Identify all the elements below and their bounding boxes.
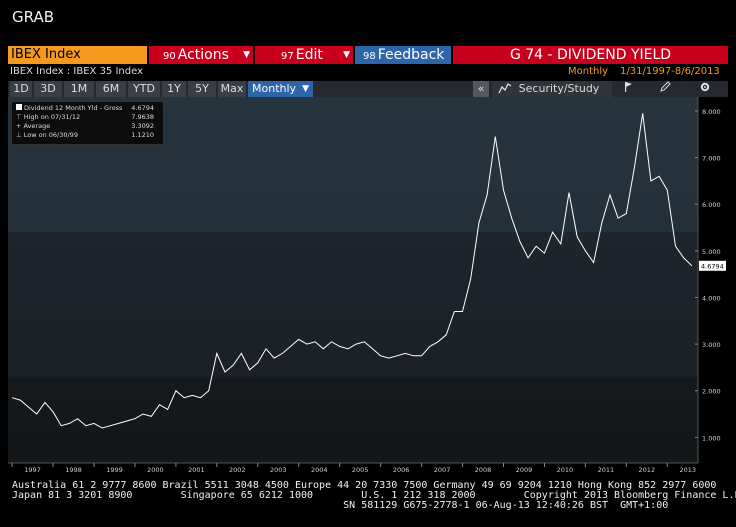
x-tick-label: 2012 [639,466,656,473]
legend-average-label: Average [23,122,51,130]
feedback-button[interactable]: 98 Feedback [355,46,451,64]
plot-band [8,232,698,377]
low-marker-icon: ⊥ [16,131,24,139]
x-tick-label: 1997 [24,466,41,473]
x-tick-label: 2003 [270,466,287,473]
frequency-label: Monthly [252,82,297,95]
window-title: GRAB [12,8,54,26]
footer-line-3: SN 581129 G675-2778-1 06-Aug-13 12:40:26… [12,500,669,511]
legend-low-value: 1.1210 [131,131,154,139]
chevron-down-icon: ▼ [302,84,309,94]
security-study-label: Security/Study [518,82,600,95]
security-field[interactable]: IBEX Index [8,46,147,64]
x-tick-label: 2002 [229,466,246,473]
gear-icon[interactable] [695,81,715,97]
function-title: G 74 - DIVIDEND YIELD [453,46,728,64]
x-tick-label: 2008 [475,466,492,473]
y-tick-label: 7.000 [702,155,721,163]
x-tick-label: 2006 [393,466,410,473]
chart-panel: 1.000 2.000 3.000 4.000 5.000 6.000 7.000 8.000… [8,97,728,474]
x-tick-label: 1999 [106,466,123,473]
x-tick-label: 2001 [188,466,205,473]
last-value-label: 4.6794 [701,262,724,270]
x-tick-label: 2004 [311,466,328,473]
range-button-5y[interactable]: 5Y [188,81,216,97]
x-tick-label: 2013 [679,466,696,473]
range-button-3d[interactable]: 3D [34,81,62,97]
high-marker-icon: ⊤ [16,113,24,121]
date-range[interactable]: 1/31/1997-8/6/2013 [620,66,720,77]
legend-series-label: Dividend 12 Month Yld - Gross [24,104,123,112]
legend-high-value: 7.9638 [131,113,154,121]
y-tick-label: 5.000 [702,248,721,256]
range-button-6m[interactable]: 6M [96,81,126,97]
dividend-yield-chart: 1.000 2.000 3.000 4.000 5.000 6.000 7.000 8.000… [8,97,726,474]
collapse-button[interactable]: « [473,81,489,97]
y-tick-label: 6.000 [702,201,721,209]
y-tick-label: 4.000 [702,294,721,302]
x-tick-label: 2005 [352,466,369,473]
actions-label: Actions [177,47,229,63]
feedback-label: Feedback [377,47,445,63]
y-tick-label: 1.000 [702,434,721,442]
x-tick-label: 2009 [516,466,533,473]
edit-label: Edit [295,47,323,63]
feedback-number: 98 [363,51,376,62]
plot-band [8,376,698,463]
legend-average-value: 3.3092 [131,122,154,130]
edit-number: 97 [281,51,294,62]
footer-contacts: Australia 61 2 9777 8600 Brazil 5511 304… [12,481,736,511]
legend-row-series: Dividend 12 Month Yld - Gross 4.6794 [16,104,158,112]
frequency-dropdown[interactable]: Monthly ▼ [248,81,313,97]
legend-row-low: ⊥ Low on 06/30/99 1.1210 [16,131,158,139]
actions-number: 90 [163,51,176,62]
chevron-down-icon: ▼ [243,50,250,60]
range-button-1m[interactable]: 1M [64,81,94,97]
x-tick-label: 1998 [65,466,82,473]
range-button-1y[interactable]: 1Y [162,81,186,97]
edit-pencil-icon[interactable] [655,81,675,97]
legend-row-average: + Average 3.3092 [16,122,158,130]
flag-icon[interactable] [618,81,638,97]
y-tick-label: 8.000 [702,108,721,116]
chevron-down-icon: ▼ [343,50,350,60]
x-tick-label: 2011 [598,466,615,473]
legend-low-label: Low on 06/30/99 [23,131,78,139]
x-tick-label: 2007 [434,466,451,473]
security-study-button[interactable]: Security/Study [492,81,612,97]
legend-row-high: ⊤ High on 07/31/12 7.9638 [16,113,158,121]
average-marker-icon: + [16,122,24,130]
period-label: Monthly [568,66,609,77]
range-button-max[interactable]: Max [218,81,246,97]
range-button-1d[interactable]: 1D [10,81,32,97]
x-tick-label: 2000 [147,466,164,473]
chart-legend[interactable]: Dividend 12 Month Yld - Gross 4.6794 ⊤ H… [11,101,164,145]
range-button-ytd[interactable]: YTD [128,81,160,97]
actions-button[interactable]: 90 Actions ▼ [149,46,253,64]
y-tick-label: 2.000 [702,388,721,396]
legend-series-icon [16,104,22,110]
legend-series-value: 4.6794 [131,104,154,112]
legend-high-label: High on 07/31/12 [23,113,81,121]
x-tick-label: 2010 [557,466,574,473]
edit-button[interactable]: 97 Edit ▼ [255,46,353,64]
y-tick-label: 3.000 [702,341,721,349]
security-subtitle: IBEX Index : IBEX 35 Index [10,66,144,77]
